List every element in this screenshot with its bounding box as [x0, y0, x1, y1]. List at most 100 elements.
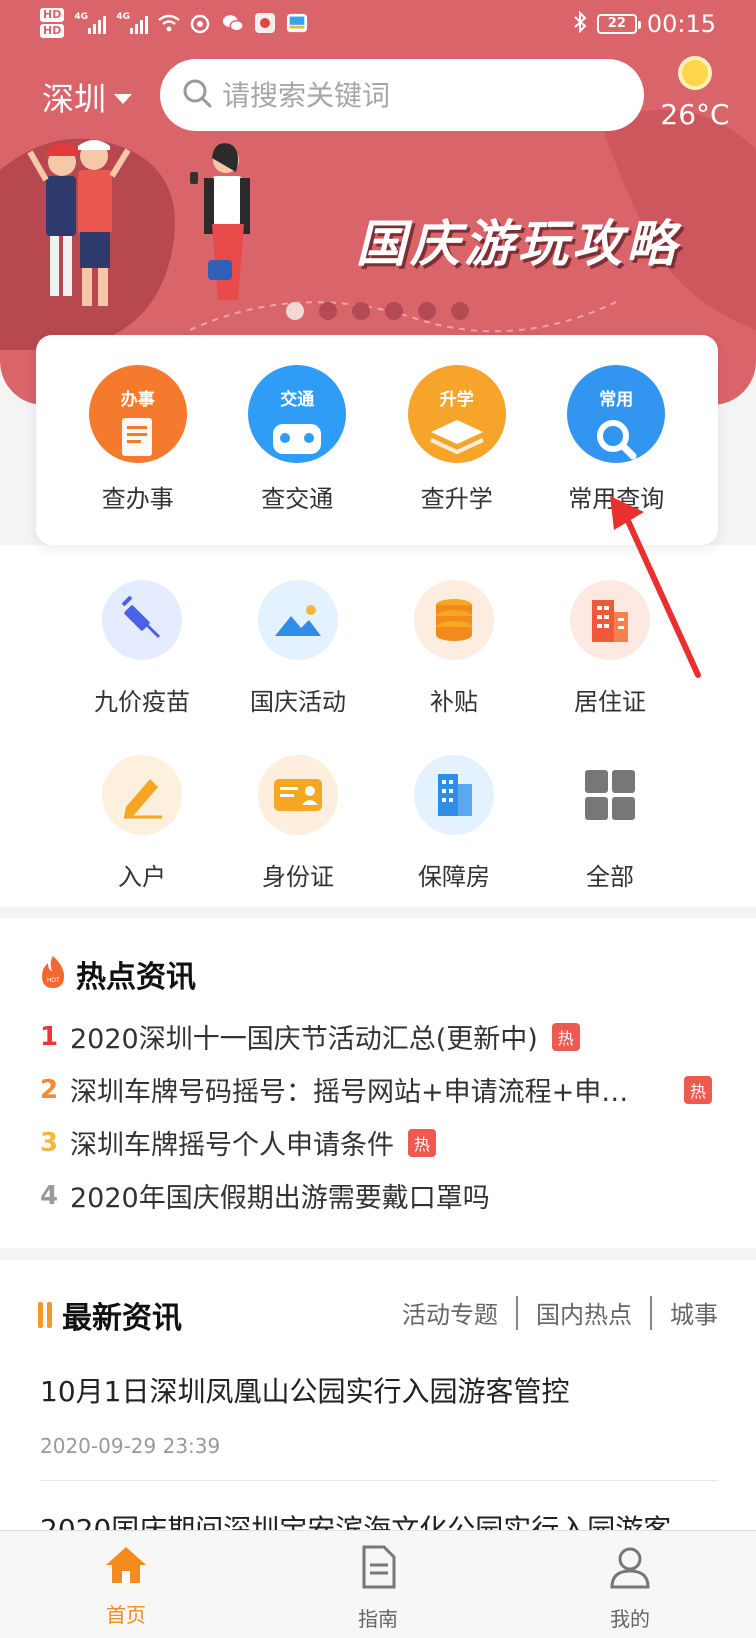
tab-profile[interactable]: 我的: [570, 1545, 690, 1632]
latest-news-section: 最新资讯 活动专题 国内热点 城事 10月1日深圳凤凰山公园实行入园游客管控 2…: [0, 1260, 756, 1546]
coins-icon: [414, 580, 494, 660]
divider: [40, 1480, 718, 1481]
quick-action-label: 查交通: [261, 485, 334, 513]
app-notification-icon: [254, 12, 276, 34]
hot-news-item[interactable]: 3 深圳车牌摇号个人申请条件 热: [40, 1116, 720, 1169]
service-vaccine[interactable]: 九价疫苗: [64, 580, 220, 717]
tab-activities[interactable]: 活动专题: [402, 1295, 498, 1330]
service-label: 国庆活动: [250, 688, 346, 716]
quick-action-tag: 交通: [280, 390, 315, 410]
search-icon: [182, 78, 212, 112]
hot-news-rank: 4: [40, 1180, 59, 1211]
carousel-dot[interactable]: [352, 302, 370, 320]
carousel-dot[interactable]: [451, 302, 469, 320]
tab-label: 首页: [106, 1603, 146, 1627]
service-affordable-housing[interactable]: 保障房: [376, 755, 532, 892]
news-article[interactable]: 10月1日深圳凤凰山公园实行入园游客管控 2020-09-29 23:39: [40, 1370, 720, 1458]
car-icon: 交通: [248, 365, 347, 463]
quick-action-traffic[interactable]: 交通 查交通: [227, 335, 367, 545]
guide-icon: [358, 1545, 398, 1593]
quick-action-tag: 办事: [120, 390, 155, 410]
quick-action-label: 查办事: [101, 485, 174, 513]
bluetooth-icon: [573, 10, 587, 38]
service-all[interactable]: 全部: [532, 755, 688, 892]
app-page: HD HD 4G 4G 22 00:15 深圳 请搜索关键词 26°C 国庆游玩…: [0, 0, 756, 1638]
fire-icon: HOT: [38, 954, 68, 994]
carousel-dot[interactable]: [385, 302, 403, 320]
magnifier-icon: 常用: [567, 365, 666, 463]
signal-icon: 4G: [116, 12, 149, 34]
hot-news-text: 2020年国庆假期出游需要戴口罩吗: [70, 1183, 490, 1214]
search-input[interactable]: [222, 78, 622, 112]
service-label: 身份证: [262, 863, 334, 891]
carousel-dot[interactable]: [418, 302, 436, 320]
search-bar[interactable]: [160, 59, 644, 131]
tab-label: 指南: [358, 1607, 398, 1631]
hot-news-title: 热点资讯: [76, 960, 196, 995]
hot-news-item[interactable]: 4 2020年国庆假期出游需要戴口罩吗: [40, 1169, 720, 1222]
tab-city-news[interactable]: 城事: [670, 1295, 718, 1330]
hot-news-item[interactable]: 2 深圳车牌号码摇号：摇号网站+申请流程+申… 热: [40, 1063, 720, 1116]
carousel-dots: [286, 302, 469, 320]
hot-news-section: HOT 热点资讯 1 2020深圳十一国庆节活动汇总(更新中) 热 2 深圳车牌…: [0, 918, 756, 1248]
hot-badge: 热: [408, 1128, 436, 1157]
sun-icon: [678, 56, 712, 90]
tab-home[interactable]: 首页: [66, 1545, 186, 1628]
banner-title: 国庆游玩攻略: [356, 215, 680, 273]
service-label: 入户: [118, 863, 166, 891]
pencil-icon: [102, 755, 182, 835]
carousel-dot[interactable]: [319, 302, 337, 320]
home-icon: [104, 1545, 148, 1589]
hot-news-rank: 1: [40, 1021, 59, 1052]
hot-news-text: 深圳车牌摇号个人申请条件: [70, 1130, 394, 1161]
chevron-down-icon: [114, 94, 133, 104]
service-grid: 九价疫苗 国庆活动 补贴 居住证 入户 身份证 保障房 全部: [64, 580, 688, 892]
weather-widget[interactable]: 26°C: [660, 56, 730, 131]
hot-news-text: 2020深圳十一国庆节活动汇总(更新中): [70, 1024, 538, 1055]
service-household[interactable]: 入户: [64, 755, 220, 892]
hot-news-rank: 2: [40, 1074, 59, 1105]
carousel-dot[interactable]: [286, 302, 304, 320]
weibo-icon: [190, 12, 212, 34]
tab-domestic-hot[interactable]: 国内热点: [536, 1295, 632, 1330]
hot-news-item[interactable]: 1 2020深圳十一国庆节活动汇总(更新中) 热: [40, 1010, 720, 1063]
quick-action-affairs[interactable]: 办事 查办事: [68, 335, 208, 545]
service-label: 全部: [586, 863, 634, 891]
hot-badge: 热: [684, 1075, 712, 1104]
wechat-icon: [222, 12, 245, 34]
quick-action-tag: 常用: [599, 390, 634, 410]
section-marker-icon: [38, 1302, 52, 1328]
wifi-icon: [158, 12, 181, 34]
hot-news-rank: 3: [40, 1127, 59, 1158]
document-icon: 办事: [88, 365, 187, 463]
hot-badge: 热: [551, 1022, 580, 1051]
hot-news-text: 深圳车牌号码摇号：摇号网站+申请流程+申…: [70, 1077, 629, 1108]
woman-figure: [190, 143, 250, 300]
service-national-day[interactable]: 国庆活动: [220, 580, 376, 717]
service-label: 九价疫苗: [94, 688, 190, 716]
service-label: 保障房: [418, 863, 490, 891]
user-icon: [609, 1545, 651, 1593]
status-clock: 00:15: [646, 10, 716, 38]
quick-action-education[interactable]: 升学 查升学: [387, 335, 527, 545]
tower-icon: [414, 755, 494, 835]
message-notification-icon: [286, 12, 308, 34]
tab-guide[interactable]: 指南: [318, 1545, 438, 1632]
latest-news-title: 最新资讯: [62, 1301, 182, 1336]
service-subsidy[interactable]: 补贴: [376, 580, 532, 717]
city-name: 深圳: [42, 80, 107, 118]
annotation-arrow-icon: [610, 496, 701, 678]
article-title: 10月1日深圳凤凰山公园实行入园游客管控: [40, 1375, 570, 1408]
article-time: 2020-09-29 23:39: [40, 1434, 221, 1458]
temperature: 26°C: [660, 98, 730, 131]
service-id-card[interactable]: 身份证: [220, 755, 376, 892]
service-label: 补贴: [430, 688, 478, 716]
hot-news-list: 1 2020深圳十一国庆节活动汇总(更新中) 热 2 深圳车牌号码摇号：摇号网站…: [40, 1010, 720, 1222]
service-label: 居住证: [574, 688, 646, 716]
id-card-icon: [258, 755, 338, 835]
city-selector[interactable]: 深圳: [42, 74, 133, 120]
syringe-icon: [102, 580, 182, 660]
status-bar: HD HD 4G 4G 22 00:15: [0, 0, 756, 52]
signal-icon: 4G: [74, 12, 107, 34]
grid-icon: [570, 755, 650, 835]
